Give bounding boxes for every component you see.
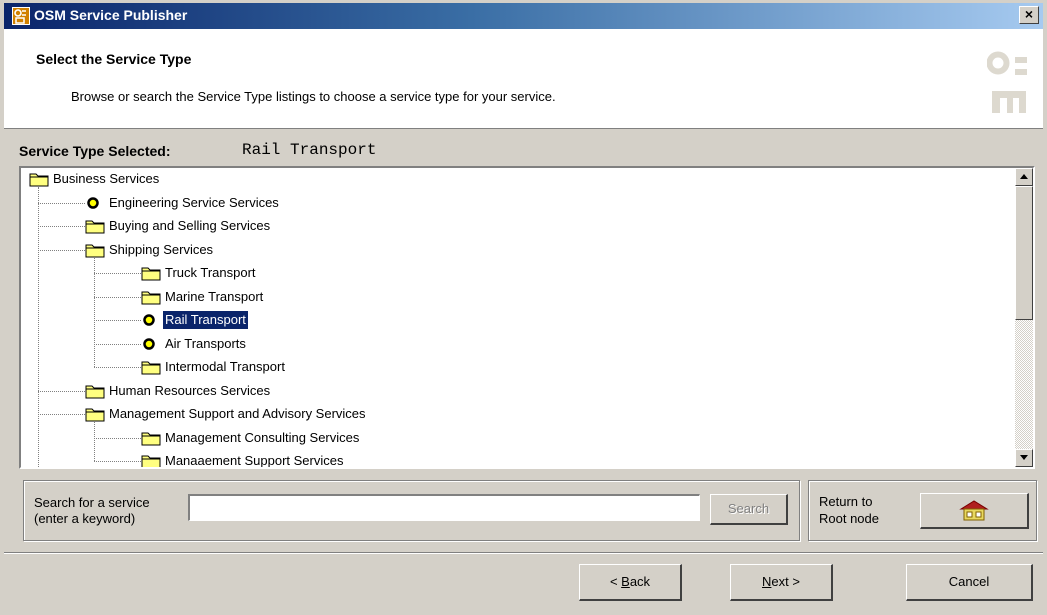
close-icon: × [1024, 6, 1034, 22]
tree-node-label: Buying and Selling Services [109, 218, 271, 233]
folder-icon [85, 218, 105, 239]
folder-icon [85, 406, 105, 427]
tree-node-label: Intermodal Transport [165, 359, 285, 374]
window-title: OSM Service Publisher [34, 7, 188, 23]
tree-connector [38, 226, 85, 227]
circle-node-icon [141, 312, 161, 333]
tree-node-label: Truck Transport [165, 265, 256, 280]
tree-connector [94, 296, 141, 298]
search-group: Search for a service (enter a keyword) S… [23, 480, 800, 541]
scroll-thumb[interactable] [1015, 186, 1033, 320]
tree-node-label: Management Support and Advisory Services [109, 406, 366, 421]
back-accel: B [621, 574, 630, 589]
folder-icon [141, 430, 161, 451]
arrow-up-icon [1020, 174, 1028, 179]
search-input[interactable] [188, 494, 700, 521]
wizard-footer: < Back Next > Cancel [4, 554, 1043, 611]
tree-node-label: Manaaement Support Services [165, 453, 344, 467]
tree-connector [38, 202, 85, 204]
title-bar[interactable]: OSM Service Publisher × [4, 3, 1043, 29]
osm-app-icon [12, 7, 30, 25]
vertical-scrollbar[interactable] [1015, 168, 1033, 467]
scroll-up-button[interactable] [1015, 168, 1033, 186]
cancel-button[interactable]: Cancel [906, 564, 1033, 601]
tree-connector [38, 187, 39, 467]
folder-icon [141, 453, 161, 467]
page-title: Select the Service Type [36, 51, 192, 67]
back-rest: ack [629, 574, 651, 589]
next-accel: N [762, 574, 772, 589]
osm-logo [986, 49, 1031, 118]
folder-icon [85, 242, 105, 263]
back-button[interactable]: < Back [579, 564, 682, 601]
search-button[interactable]: Search [710, 494, 788, 525]
tree-node-label: Human Resources Services [109, 382, 271, 398]
circle-node-icon [85, 195, 105, 216]
tree-node-label: Air Transports [165, 335, 246, 351]
return-to-root-label: Return to Root node [819, 493, 879, 527]
root-label-line1: Return to [819, 494, 873, 509]
search-label-line1: Search for a service [34, 495, 150, 510]
tree-connector [94, 273, 141, 274]
folder-icon [29, 171, 49, 192]
page-subtitle: Browse or search the Service Type listin… [71, 89, 556, 104]
close-button[interactable]: × [1019, 6, 1039, 24]
tree-connector [94, 461, 141, 462]
tree-connector [94, 343, 141, 345]
tree-node-label: Management Consulting Services [165, 429, 360, 445]
service-type-selected-value: Rail Transport [242, 141, 377, 159]
tree-node-label: Business Services [53, 171, 160, 186]
tree-node-label: Marine Transport [165, 288, 264, 304]
tree-connector [38, 414, 85, 415]
search-label-line2: (enter a keyword) [34, 511, 136, 526]
tree-node-label: Engineering Service Services [109, 194, 279, 210]
tree-content: Business Services Engineering Service Ser… [21, 168, 1015, 467]
folder-icon [141, 265, 161, 286]
tree-connector [94, 437, 141, 439]
header-panel: Select the Service Type Browse or search… [4, 29, 1043, 129]
tree-node-label: Shipping Services [109, 241, 214, 257]
service-type-tree[interactable]: Business Services Engineering Service Ser… [19, 166, 1035, 469]
circle-node-icon [141, 336, 161, 357]
service-type-selected-label: Service Type Selected: [19, 143, 171, 159]
arrow-down-icon [1020, 455, 1028, 460]
tree-connector [94, 257, 95, 367]
next-button[interactable]: Next > [730, 564, 833, 601]
tree-node-label: Rail Transport [162, 310, 249, 330]
tree-connector [94, 367, 141, 368]
tree-connector [38, 249, 85, 251]
scroll-down-button[interactable] [1015, 449, 1033, 467]
folder-icon [85, 383, 105, 404]
next-rest: ext > [771, 574, 800, 589]
return-to-root-group: Return to Root node [808, 480, 1037, 541]
tree-connector [38, 390, 85, 392]
search-label: Search for a service (enter a keyword) [34, 495, 150, 527]
tree-connector [94, 320, 141, 321]
publisher-window: OSM Service Publisher × Select the Servi… [0, 0, 1047, 615]
folder-icon [141, 359, 161, 380]
root-label-line2: Root node [819, 511, 879, 526]
return-to-root-button[interactable] [920, 493, 1029, 529]
folder-icon [141, 289, 161, 310]
tree-connector [94, 422, 95, 461]
back-prefix: < [609, 574, 622, 589]
house-icon [959, 500, 989, 521]
